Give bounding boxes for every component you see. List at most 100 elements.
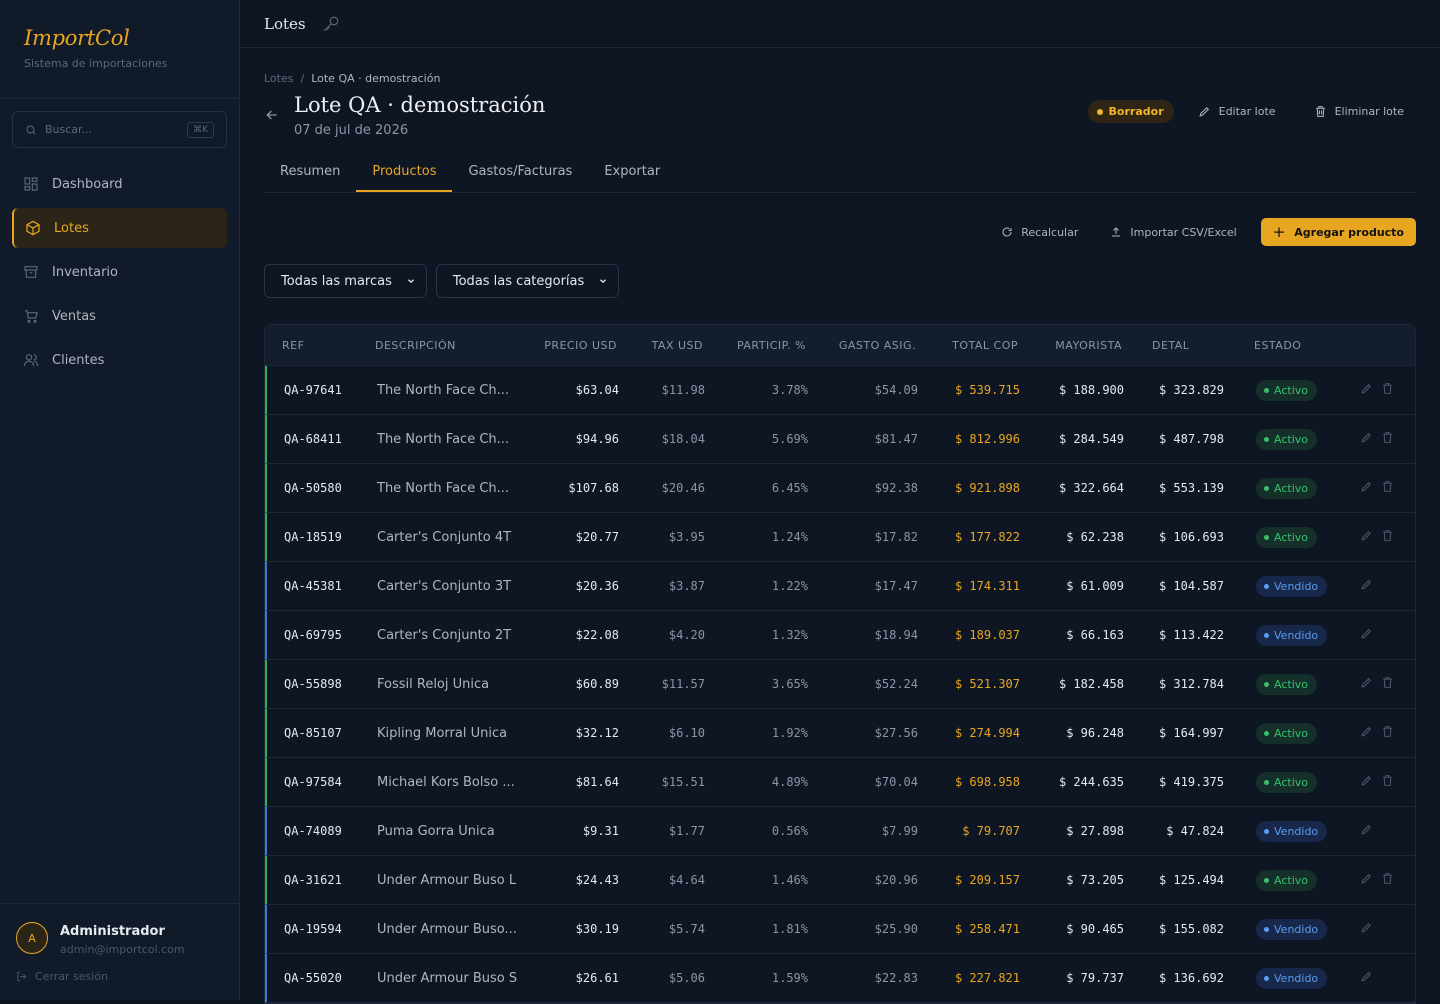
cell-price-usd: $20.36 <box>575 579 619 593</box>
sidebar-item-lotes[interactable]: Lotes <box>12 208 227 248</box>
brand: ImportCol Sistema de importaciones <box>0 0 239 99</box>
edit-row-button[interactable] <box>1360 480 1373 496</box>
cell-price-usd: $20.77 <box>575 530 619 544</box>
table-row[interactable]: QA-55898 Fossil Reloj Única $60.89 $11.57 3.… <box>265 660 1415 709</box>
column-header-gasto[interactable]: GASTO ASIG. <box>806 339 916 352</box>
edit-row-button[interactable] <box>1360 578 1373 594</box>
import-csv-button[interactable]: Importar CSV/Excel <box>1110 226 1237 239</box>
table-row[interactable]: QA-85107 Kipling Morral Única $32.12 $6.10 1… <box>265 709 1415 758</box>
cell-estado: Activo <box>1224 526 1334 548</box>
sidebar-item-dashboard[interactable]: Dashboard <box>12 164 227 204</box>
tab-gastos-facturas[interactable]: Gastos/Facturas <box>452 157 588 192</box>
page-header: Lote QA · demostración 07 de jul de 2026… <box>264 93 1416 141</box>
trash-icon <box>1383 873 1392 884</box>
recalculate-button[interactable]: Recalcular <box>1001 226 1078 239</box>
back-arrow-icon[interactable] <box>264 107 280 123</box>
table-row[interactable]: QA-19594 Under Armour Buso... $30.19 $5.74 1… <box>265 905 1415 954</box>
delete-row-button[interactable] <box>1381 676 1394 692</box>
cell-total-cop: $ 274.994 <box>954 726 1020 740</box>
delete-row-button[interactable] <box>1381 774 1394 790</box>
sidebar-item-ventas[interactable]: Ventas <box>12 296 227 336</box>
key-icon[interactable] <box>322 15 340 33</box>
edit-row-button[interactable] <box>1360 627 1373 643</box>
delete-row-button[interactable] <box>1381 431 1394 447</box>
table-row[interactable]: QA-69795 Carter's Conjunto 2T $22.08 $4.20 1… <box>265 611 1415 660</box>
delete-row-button[interactable] <box>1381 480 1394 496</box>
edit-row-button[interactable] <box>1360 529 1373 545</box>
cell-gasto-asignado: $18.94 <box>874 628 918 642</box>
tab-productos[interactable]: Productos <box>356 157 453 192</box>
column-header-mayorista[interactable]: MAYORISTA <box>1018 339 1122 352</box>
pencil-icon <box>1361 530 1372 541</box>
status-badge: Vendido <box>1256 820 1328 842</box>
edit-row-button[interactable] <box>1360 725 1373 741</box>
cell-gasto-asignado: $20.96 <box>874 873 918 887</box>
table-row[interactable]: QA-97641 The North Face Ch... $63.04 $11.98… <box>265 366 1415 415</box>
column-header-detal[interactable]: DETAL <box>1122 339 1222 352</box>
delete-lot-button[interactable]: Eliminar lote <box>1314 105 1404 118</box>
table-row[interactable]: QA-74089 Puma Gorra Única $9.31 $1.77 0.56% $… <box>265 807 1415 856</box>
cell-gasto-asignado: $70.04 <box>874 775 918 789</box>
column-header-particip[interactable]: PARTICIP. % <box>703 339 806 352</box>
column-header-descripcion[interactable]: DESCRIPCIÓN <box>375 339 515 352</box>
table-row[interactable]: QA-55020 Under Armour Buso S $26.61 $5.06 1.… <box>265 954 1415 1003</box>
logout-label: Cerrar sesión <box>35 970 109 983</box>
user-name: Administrador <box>60 924 165 939</box>
status-dot <box>1264 632 1269 638</box>
row-actions <box>1334 627 1414 643</box>
cell-ref: QA-50580 <box>284 481 342 495</box>
tab-exportar[interactable]: Exportar <box>588 157 676 192</box>
delete-row-button[interactable] <box>1381 725 1394 741</box>
breadcrumb-root[interactable]: Lotes <box>264 72 293 85</box>
cell-participation: 1.32% <box>771 628 808 642</box>
cell-participation: 1.24% <box>771 530 808 544</box>
search-input[interactable]: Buscar... ⌘K <box>12 111 227 148</box>
cell-mayorista: $ 182.458 <box>1058 677 1124 691</box>
table-row[interactable]: QA-31621 Under Armour Buso L $24.43 $4.64 1.… <box>265 856 1415 905</box>
cell-price-usd: $81.64 <box>575 775 619 789</box>
table-row[interactable]: QA-18519 Carter's Conjunto 4T $20.77 $3.95 1… <box>265 513 1415 562</box>
category-filter-select[interactable]: Todas las categorías <box>435 264 620 298</box>
cell-detal: $ 136.692 <box>1158 971 1224 985</box>
table-header: REF DESCRIPCIÓN PRECIO USD TAX USD PARTI… <box>265 325 1415 366</box>
delete-row-button[interactable] <box>1381 529 1394 545</box>
edit-row-button[interactable] <box>1360 872 1373 888</box>
cell-mayorista: $ 62.238 <box>1066 530 1124 544</box>
brand-logo[interactable]: ImportCol <box>24 26 215 50</box>
tab-resumen[interactable]: Resumen <box>264 157 356 192</box>
avatar[interactable]: A <box>16 922 48 954</box>
breadcrumb-separator: / <box>300 72 305 85</box>
cell-estado: Activo <box>1224 771 1334 793</box>
column-header-estado[interactable]: ESTADO <box>1222 339 1332 352</box>
column-header-precio[interactable]: PRECIO USD <box>515 339 617 352</box>
cell-price-usd: $60.89 <box>575 677 619 691</box>
delete-row-button[interactable] <box>1381 382 1394 398</box>
refresh-icon <box>1002 227 1012 237</box>
table-row[interactable]: QA-97584 Michael Kors Bolso ... $81.64 $15.… <box>265 758 1415 807</box>
edit-row-button[interactable] <box>1360 431 1373 447</box>
delete-row-button[interactable] <box>1381 872 1394 888</box>
table-row[interactable]: QA-45381 Carter's Conjunto 3T $20.36 $3.87 1… <box>265 562 1415 611</box>
column-header-ref[interactable]: REF <box>265 339 375 352</box>
logout-button[interactable]: Cerrar sesión <box>16 970 223 983</box>
edit-row-button[interactable] <box>1360 774 1373 790</box>
add-product-button[interactable]: + Agregar producto <box>1260 218 1416 246</box>
edit-row-button[interactable] <box>1360 382 1373 398</box>
brand-filter-select[interactable]: Todas las marcas <box>264 264 427 298</box>
cell-estado: Activo <box>1224 722 1334 744</box>
column-header-tax[interactable]: TAX USD <box>617 339 703 352</box>
cell-ref: QA-85107 <box>284 726 342 740</box>
sidebar-item-inventario[interactable]: Inventario <box>12 252 227 292</box>
cell-detal: $ 419.375 <box>1158 775 1224 789</box>
trash-icon <box>1383 383 1392 394</box>
status-label: Borrador <box>1108 105 1164 118</box>
edit-row-button[interactable] <box>1360 970 1373 986</box>
edit-lot-button[interactable]: Editar lote <box>1198 105 1276 118</box>
table-row[interactable]: QA-68411 The North Face Ch... $94.96 $18.04… <box>265 415 1415 464</box>
column-header-total-cop[interactable]: TOTAL COP <box>916 339 1018 352</box>
sidebar-item-clientes[interactable]: Clientes <box>12 340 227 380</box>
edit-row-button[interactable] <box>1360 921 1373 937</box>
edit-row-button[interactable] <box>1360 823 1373 839</box>
table-row[interactable]: QA-50580 The North Face Ch... $107.68 $20.4… <box>265 464 1415 513</box>
edit-row-button[interactable] <box>1360 676 1373 692</box>
